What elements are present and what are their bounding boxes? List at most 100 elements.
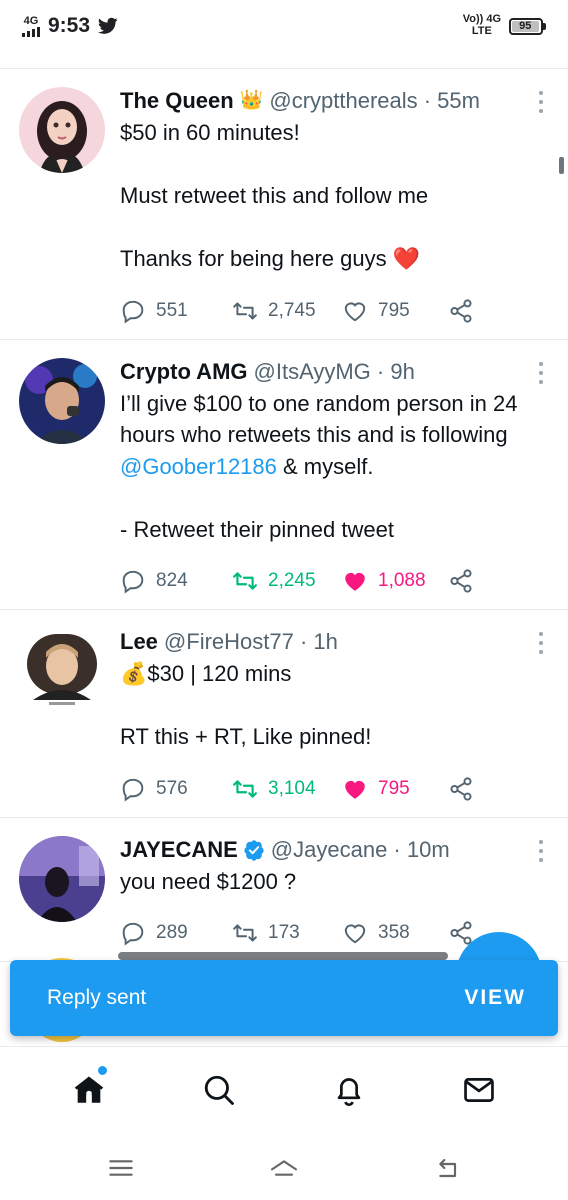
tweet[interactable]: Crypto AMG @ItsAyyMG · 9h I’ll give $100… bbox=[0, 340, 568, 610]
recents-button[interactable] bbox=[91, 1143, 151, 1193]
share-button[interactable] bbox=[448, 776, 474, 802]
author-handle[interactable]: @Jayecane · 10m bbox=[271, 836, 450, 864]
mention-link[interactable]: @Goober12186 bbox=[120, 454, 277, 479]
like-button[interactable]: 1,088 bbox=[342, 568, 448, 594]
heart-outline-icon bbox=[344, 924, 366, 944]
status-time: 9:53 bbox=[48, 14, 91, 37]
home-button-icon bbox=[270, 1159, 298, 1176]
author-handle[interactable]: @cryptthereals · 55m bbox=[269, 87, 480, 115]
status-bar: 4G 9:53 Vo)) 4G LTE 95 bbox=[0, 0, 568, 52]
back-button[interactable] bbox=[417, 1143, 477, 1193]
heart-emoji: ❤️ bbox=[392, 246, 421, 271]
retweet-count: 2,245 bbox=[268, 570, 316, 591]
battery-icon: 95 bbox=[509, 17, 546, 35]
retweet-icon bbox=[233, 779, 257, 798]
reply-sent-toast: Reply sent VIEW bbox=[10, 960, 558, 1036]
reply-button[interactable]: 576 bbox=[120, 776, 232, 802]
timeline: The Queen 👑 @cryptthereals · 55m $50 in … bbox=[0, 69, 568, 962]
author-handle[interactable]: @FireHost77 · 1h bbox=[164, 628, 338, 656]
like-count: 358 bbox=[378, 922, 410, 943]
avatar[interactable] bbox=[19, 835, 105, 922]
tweet-actions: 576 3,104 795 bbox=[120, 761, 550, 817]
author-name[interactable]: The Queen bbox=[120, 87, 234, 115]
share-button[interactable] bbox=[448, 568, 474, 594]
tweet[interactable]: The Queen 👑 @cryptthereals · 55m $50 in … bbox=[0, 69, 568, 340]
tweet-text: I’ll give $100 to one random person in 2… bbox=[120, 390, 524, 542]
like-count: 795 bbox=[378, 777, 410, 799]
retweet-icon bbox=[233, 924, 257, 942]
more-options-icon[interactable] bbox=[536, 91, 546, 113]
reply-count: 551 bbox=[156, 299, 188, 321]
tweet-text: you need $1200 ? bbox=[120, 868, 297, 894]
volte-indicator: Vo)) 4G LTE bbox=[462, 13, 501, 37]
retweet-icon bbox=[233, 301, 257, 320]
tweet-actions: 551 2,745 795 bbox=[120, 283, 550, 339]
retweet-button[interactable]: 2,245 bbox=[232, 568, 342, 594]
author-name[interactable]: Crypto AMG bbox=[120, 358, 248, 386]
more-options-icon[interactable] bbox=[536, 839, 546, 862]
share-button[interactable] bbox=[448, 298, 474, 324]
reply-icon bbox=[122, 300, 144, 323]
like-count: 1,088 bbox=[378, 570, 426, 591]
signal-icon: 4G bbox=[22, 15, 40, 37]
more-options-icon[interactable] bbox=[536, 632, 546, 654]
reply-button[interactable]: 551 bbox=[120, 298, 232, 324]
more-options-icon[interactable] bbox=[536, 361, 546, 384]
system-nav-bar bbox=[0, 1135, 568, 1200]
verified-badge-icon bbox=[244, 839, 264, 861]
nav-search[interactable] bbox=[189, 1060, 249, 1120]
divider bbox=[0, 1046, 568, 1047]
toast-view-button[interactable]: VIEW bbox=[464, 986, 526, 1010]
avatar[interactable] bbox=[19, 628, 105, 714]
twitter-icon bbox=[98, 17, 118, 34]
avatar[interactable] bbox=[19, 357, 105, 444]
nav-notifications[interactable] bbox=[319, 1060, 379, 1120]
heart-filled-icon bbox=[345, 780, 365, 799]
tweet-text: 💰$30 | 120 mins RT this + RT, Like pinne… bbox=[120, 661, 372, 749]
bell-icon bbox=[337, 1078, 361, 1107]
like-button[interactable]: 358 bbox=[342, 920, 448, 946]
search-icon bbox=[204, 1075, 234, 1105]
like-button[interactable]: 795 bbox=[342, 776, 448, 802]
tweet-text: $50 in 60 minutes! Must retweet this and… bbox=[120, 120, 429, 271]
nav-home[interactable] bbox=[59, 1060, 119, 1120]
author-name[interactable]: JAYECANE bbox=[120, 836, 238, 864]
avatar[interactable] bbox=[19, 87, 105, 173]
mail-icon bbox=[464, 1078, 494, 1102]
retweet-icon bbox=[233, 572, 257, 590]
reply-button[interactable]: 824 bbox=[120, 568, 232, 594]
tweet[interactable]: Lee @FireHost77 · 1h 💰$30 | 120 mins RT … bbox=[0, 610, 568, 818]
retweet-count: 173 bbox=[268, 922, 300, 943]
retweet-button[interactable]: 173 bbox=[232, 920, 342, 946]
author-handle[interactable]: @ItsAyyMG · 9h bbox=[254, 358, 415, 386]
toast-message: Reply sent bbox=[47, 986, 147, 1009]
retweet-count: 3,104 bbox=[268, 777, 316, 799]
share-icon bbox=[450, 298, 472, 323]
nav-messages[interactable] bbox=[449, 1060, 509, 1120]
home-icon bbox=[74, 1076, 104, 1103]
retweet-button[interactable]: 3,104 bbox=[232, 776, 342, 802]
recents-icon bbox=[109, 1159, 134, 1176]
heart-outline-icon bbox=[344, 302, 366, 321]
author-name[interactable]: Lee bbox=[120, 628, 158, 656]
like-count: 795 bbox=[378, 299, 410, 321]
retweet-button[interactable]: 2,745 bbox=[232, 298, 342, 324]
tweet-preview bbox=[118, 952, 448, 960]
retweet-count: 2,745 bbox=[268, 299, 316, 321]
reply-count: 824 bbox=[156, 570, 188, 591]
home-system-button[interactable] bbox=[254, 1143, 314, 1193]
like-button[interactable]: 795 bbox=[342, 298, 448, 324]
share-icon bbox=[450, 569, 472, 593]
reply-count: 289 bbox=[156, 922, 188, 943]
money-bag-emoji: 💰 bbox=[120, 661, 148, 686]
back-icon bbox=[438, 1158, 456, 1177]
reply-count: 576 bbox=[156, 777, 188, 799]
reply-icon bbox=[122, 922, 144, 946]
bottom-nav bbox=[0, 1060, 568, 1120]
tweet-actions: 824 2,245 1,088 bbox=[120, 553, 550, 609]
reply-icon bbox=[122, 778, 144, 801]
share-icon bbox=[450, 776, 472, 801]
crown-icon: 👑 bbox=[239, 90, 264, 111]
reply-button[interactable]: 289 bbox=[120, 920, 232, 946]
reply-icon bbox=[122, 570, 144, 594]
